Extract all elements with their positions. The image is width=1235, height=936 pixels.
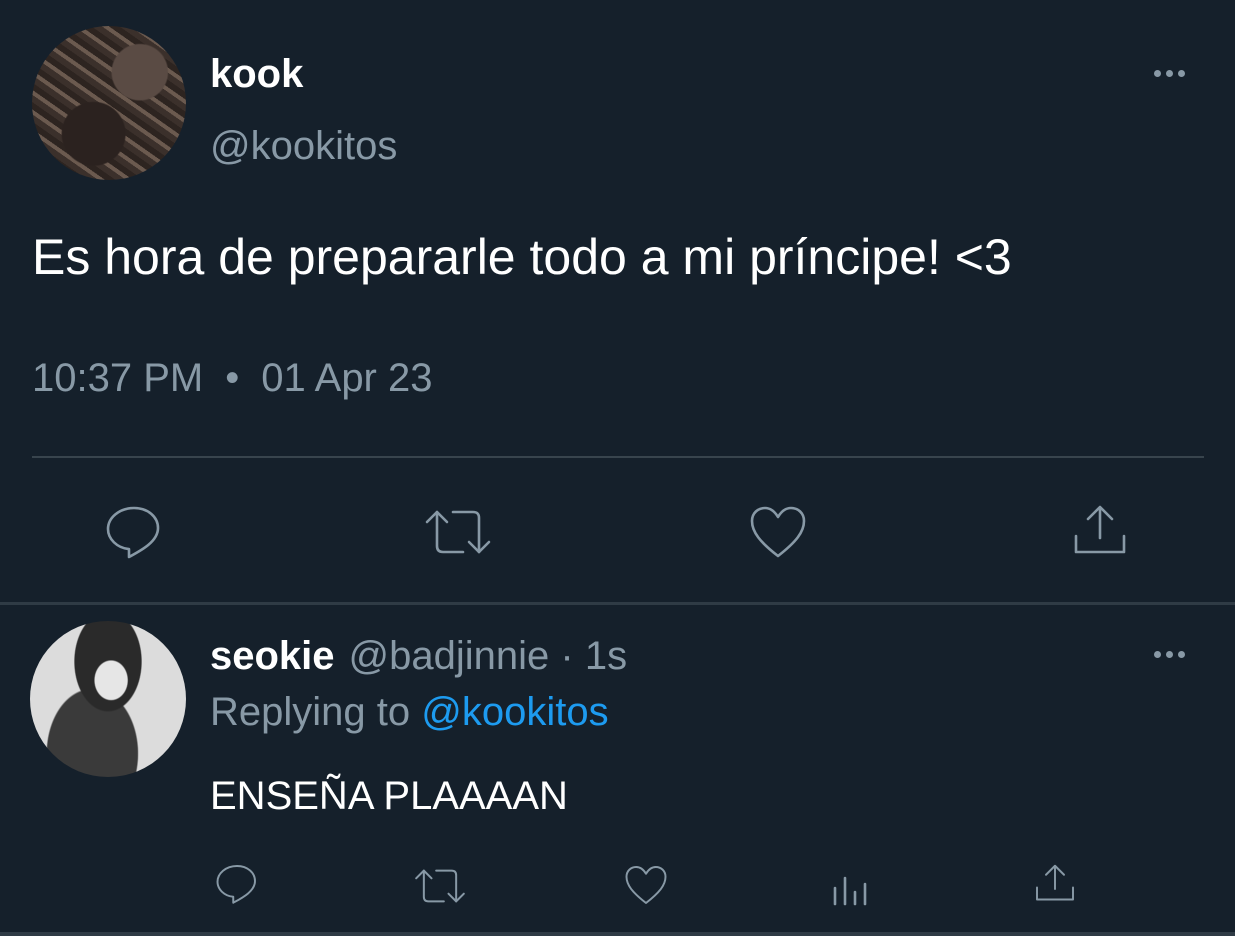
reply-header: seokie @badjinnie · 1s <box>210 634 627 679</box>
replying-mention[interactable]: @kookitos <box>421 690 608 734</box>
reply-retweet-icon[interactable] <box>413 866 467 911</box>
replying-to: Replying to @kookitos <box>210 690 609 735</box>
author-avatar[interactable] <box>32 26 186 180</box>
reply-like-icon[interactable] <box>623 864 669 911</box>
reply-share-icon[interactable] <box>1032 862 1078 909</box>
bottom-divider <box>0 932 1235 936</box>
like-icon[interactable] <box>748 504 808 565</box>
tweet-time: 10:37 PM <box>32 356 204 400</box>
tweet-date: 01 Apr 23 <box>261 356 433 400</box>
author-handle[interactable]: @kookitos <box>210 124 397 169</box>
analytics-icon[interactable] <box>829 866 873 913</box>
share-icon[interactable] <box>1070 502 1130 563</box>
reply-more-options-icon[interactable] <box>1154 651 1185 658</box>
reply-author-avatar[interactable] <box>30 621 186 777</box>
retweet-icon[interactable] <box>423 506 493 563</box>
reply-author-handle-time[interactable]: @badjinnie · 1s <box>349 634 628 678</box>
more-options-icon[interactable] <box>1154 70 1185 77</box>
reply-icon[interactable] <box>104 504 164 565</box>
divider <box>32 456 1204 458</box>
author-name[interactable]: kook <box>210 52 303 97</box>
thread-divider <box>0 602 1235 605</box>
reply-author-name[interactable]: seokie <box>210 634 335 678</box>
replying-prefix: Replying to <box>210 690 422 734</box>
meta-separator: • <box>225 356 240 400</box>
tweet-text: Es hora de prepararle todo a mi príncipe… <box>32 229 1012 285</box>
reply-reply-icon[interactable] <box>214 863 260 910</box>
tweet-timestamp[interactable]: 10:37 PM • 01 Apr 23 <box>32 356 432 401</box>
reply-text: ENSEÑA PLAAAAN <box>210 774 568 818</box>
